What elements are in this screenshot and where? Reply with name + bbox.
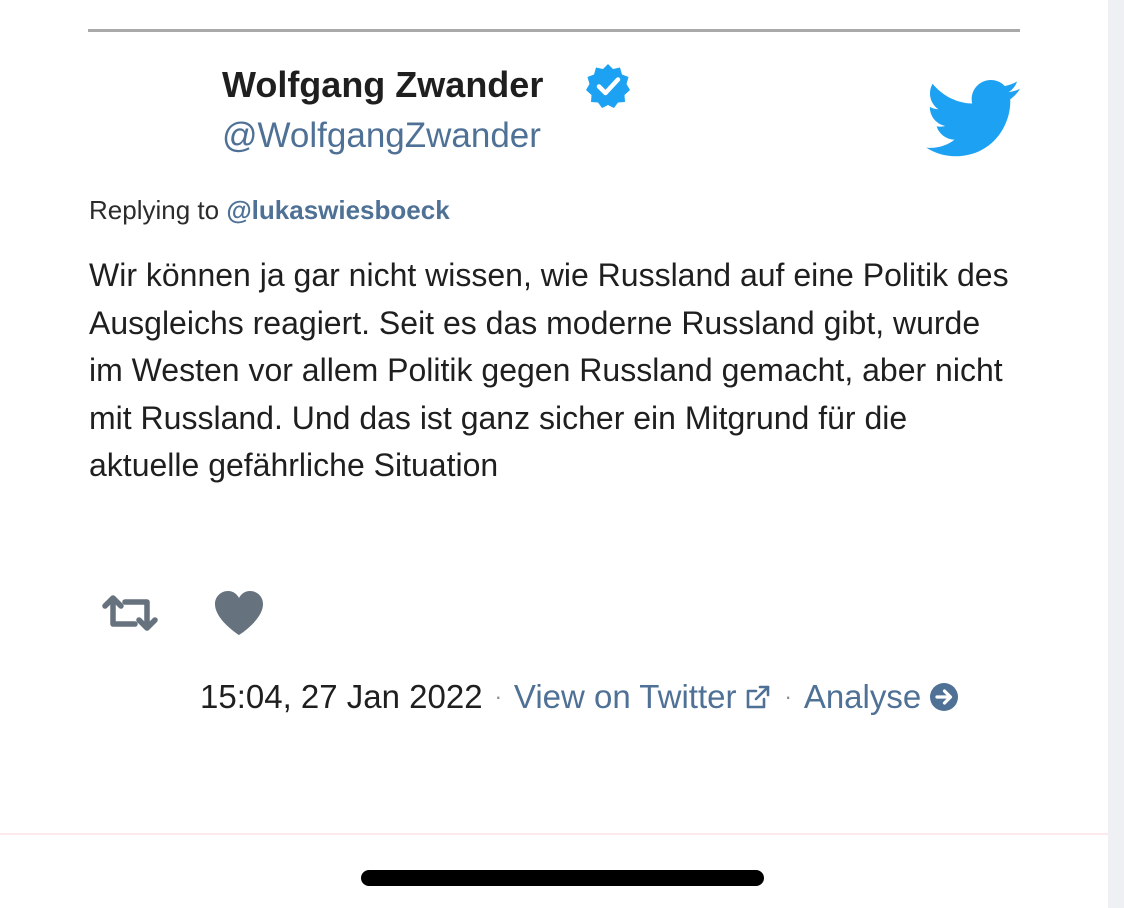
tweet-embed-page: Wolfgang Zwander @WolfgangZwander Replyi…	[0, 0, 1124, 908]
author-handle[interactable]: @WolfgangZwander	[222, 116, 541, 156]
view-on-twitter-link[interactable]: View on Twitter	[514, 678, 773, 716]
analyse-label: Analyse	[803, 678, 922, 715]
reply-prefix: Replying to	[89, 195, 220, 225]
bottom-divider	[0, 833, 1108, 835]
meta-separator: ·	[494, 684, 502, 709]
meta-separator: ·	[784, 684, 792, 709]
analyse-link[interactable]: Analyse	[804, 678, 959, 716]
home-indicator[interactable]	[361, 870, 764, 886]
view-on-twitter-label: View on Twitter	[513, 678, 737, 715]
tweet-text: Wir können ja gar nicht wissen, wie Russ…	[89, 257, 1009, 483]
verified-badge-icon	[586, 64, 630, 108]
timestamp: 15:04, 27 Jan 2022	[200, 678, 483, 715]
reply-to-handle-link[interactable]: @lukaswiesboeck	[226, 195, 449, 225]
tweet-meta: 15:04, 27 Jan 2022 · View on Twitter · A…	[200, 678, 959, 716]
twitter-bird-icon[interactable]	[926, 80, 1020, 158]
heart-icon[interactable]	[213, 590, 265, 636]
top-divider	[88, 29, 1020, 32]
arrow-circle-right-icon	[930, 683, 959, 711]
scrollbar-track[interactable]	[1108, 0, 1124, 908]
author-name[interactable]: Wolfgang Zwander	[222, 64, 543, 106]
reply-line: Replying to @lukaswiesboeck	[89, 195, 450, 226]
retweet-icon[interactable]	[100, 594, 160, 632]
external-link-icon	[747, 685, 770, 709]
